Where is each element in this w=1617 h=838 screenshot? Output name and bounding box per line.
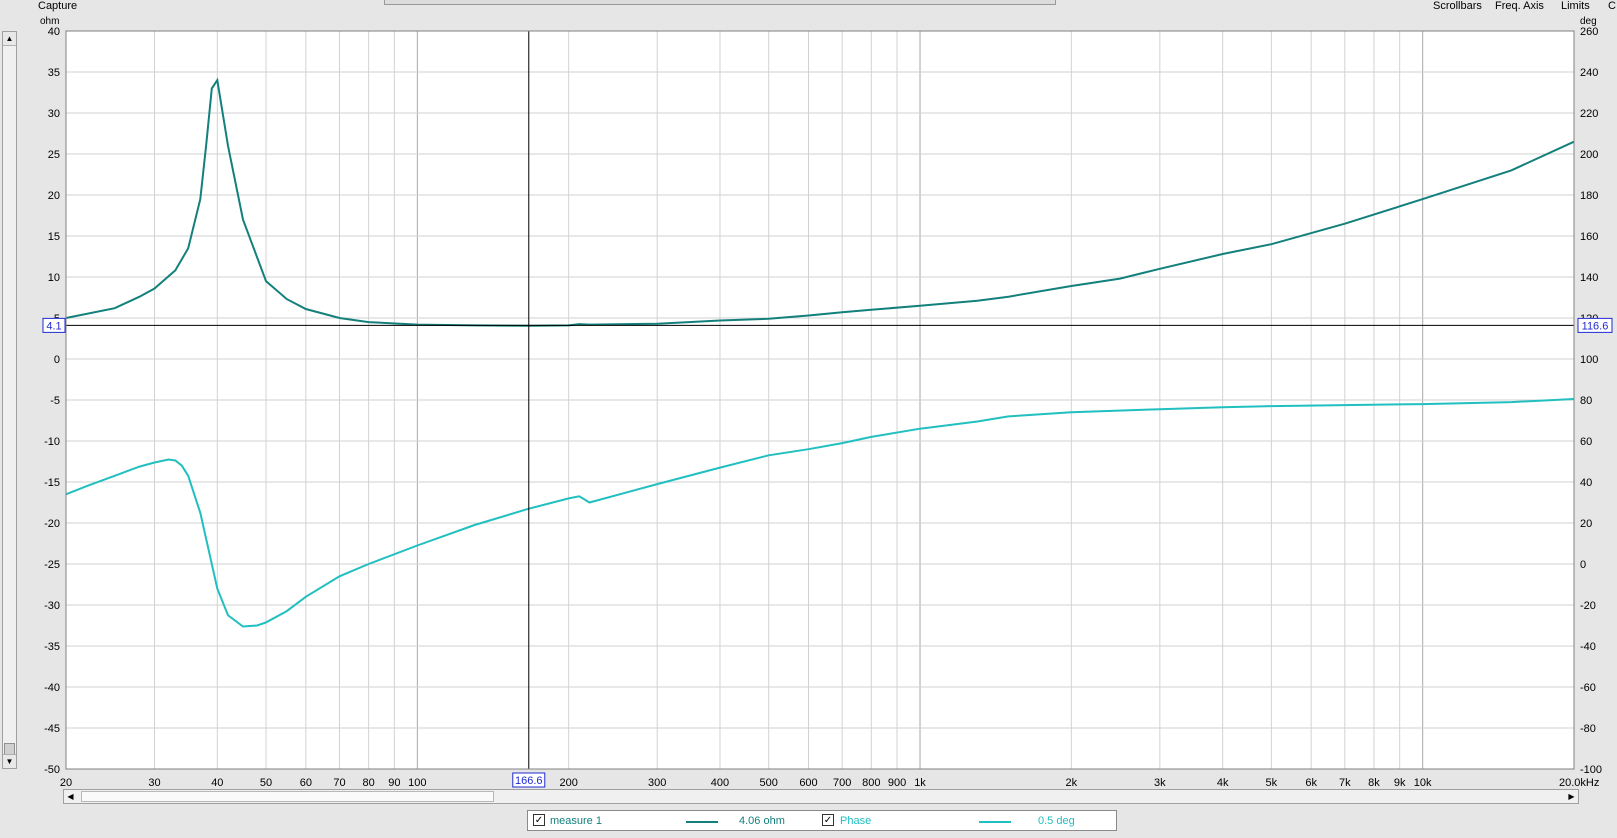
x-tick-label: 100 <box>408 777 426 789</box>
horizontal-scrollbar[interactable]: ◀ ▶ <box>63 789 1579 804</box>
x-tick-label: 600 <box>799 777 817 789</box>
left-tick-label: -45 <box>44 723 60 735</box>
x-tick-label: 8k <box>1368 777 1380 789</box>
horizontal-scroll-thumb[interactable] <box>81 791 494 802</box>
x-tick-label: 80 <box>363 777 375 789</box>
left-tick-label: 20 <box>48 190 60 202</box>
x-tick-label: 2k <box>1066 777 1078 789</box>
x-tick-label: 500 <box>760 777 778 789</box>
x-tick-label: 40 <box>211 777 223 789</box>
x-tick-label: 400 <box>711 777 729 789</box>
right-tick-label: 40 <box>1580 477 1592 489</box>
legend-phase-swatch <box>979 821 1011 823</box>
right-tick-label: 240 <box>1580 67 1598 79</box>
legend-measure-swatch <box>686 821 718 823</box>
svg-text:116.6: 116.6 <box>1582 320 1609 332</box>
left-tick-label: 40 <box>48 26 60 38</box>
x-tick-label: 800 <box>862 777 880 789</box>
x-tick-label: 90 <box>388 777 400 789</box>
x-tick-label: 50 <box>260 777 272 789</box>
left-tick-label: -15 <box>44 477 60 489</box>
x-tick-label: 1k <box>914 777 926 789</box>
right-tick-label: -60 <box>1580 682 1596 694</box>
measure-1-checkbox[interactable]: ✓ <box>533 814 545 826</box>
x-tick-label: 4k <box>1217 777 1229 789</box>
left-tick-label: 35 <box>48 67 60 79</box>
right-tick-label: 100 <box>1580 354 1598 366</box>
x-axis-ticks: 20 30 40 50 60 70 80 90 100 200 300 400 500 600 700 800… <box>60 777 1599 789</box>
left-tick-label: 15 <box>48 231 60 243</box>
right-tick-label: 140 <box>1580 272 1598 284</box>
legend-phase-value: 0.5 deg <box>1038 815 1075 827</box>
svg-text:166.6: 166.6 <box>515 775 543 787</box>
x-tick-label: 60 <box>300 777 312 789</box>
left-tick-label: -10 <box>44 436 60 448</box>
left-tick-label: -25 <box>44 559 60 571</box>
right-tick-label: -80 <box>1580 723 1596 735</box>
x-tick-label: 700 <box>833 777 851 789</box>
right-tick-label: 20 <box>1580 518 1592 530</box>
x-tick-label: 20.0kHz <box>1559 777 1599 789</box>
left-tick-label: 25 <box>48 149 60 161</box>
left-tick-label: 10 <box>48 272 60 284</box>
left-tick-label: -35 <box>44 641 60 653</box>
x-tick-label: 30 <box>148 777 160 789</box>
cursor-left-value-label: 4.1 <box>42 317 66 333</box>
left-tick-label: -40 <box>44 682 60 694</box>
x-tick-label: 5k <box>1266 777 1278 789</box>
left-axis-ticks: 4035302520151050-5-10-15-20-25-30-35-40-… <box>44 26 60 776</box>
right-tick-label: -40 <box>1580 641 1596 653</box>
x-tick-label: 20 <box>60 777 72 789</box>
right-tick-label: 200 <box>1580 149 1598 161</box>
x-tick-label: 300 <box>648 777 666 789</box>
left-tick-label: -50 <box>44 764 60 776</box>
right-tick-label: 180 <box>1580 190 1598 202</box>
x-tick-label: 6k <box>1305 777 1317 789</box>
left-tick-label: -5 <box>50 395 60 407</box>
x-tick-label: 900 <box>888 777 906 789</box>
left-tick-label: 0 <box>54 354 60 366</box>
right-tick-label: -20 <box>1580 600 1596 612</box>
svg-text:4.1: 4.1 <box>46 320 61 332</box>
x-tick-label: 3k <box>1154 777 1166 789</box>
x-tick-label: 70 <box>333 777 345 789</box>
x-tick-label: 9k <box>1394 777 1406 789</box>
legend-measure-value: 4.06 ohm <box>739 815 785 827</box>
scroll-left-arrow-icon[interactable]: ◀ <box>64 790 77 803</box>
legend-phase-name: Phase <box>840 815 872 827</box>
left-tick-label: 30 <box>48 108 60 120</box>
left-tick-label: -20 <box>44 518 60 530</box>
cursor-right-value-label: 116.6 <box>1577 317 1613 333</box>
right-tick-label: 220 <box>1580 108 1598 120</box>
impedance-phase-chart[interactable]: 40 35 30 25 20 15 10 50 -5 -10 -15 -20 -25 -30 -35 -40 -… <box>0 0 1617 790</box>
right-tick-label: 260 <box>1580 26 1598 38</box>
cursor-freq-label: 166.6 <box>512 772 546 788</box>
left-tick-label: -30 <box>44 600 60 612</box>
x-tick-label: 10k <box>1414 777 1432 789</box>
scroll-right-arrow-icon[interactable]: ▶ <box>1565 790 1578 803</box>
right-tick-label: 0 <box>1580 559 1586 571</box>
x-tick-label: 7k <box>1339 777 1351 789</box>
legend: ✓ measure 1 4.06 ohm ✓ Phase 0.5 deg <box>527 810 1117 831</box>
phase-checkbox[interactable]: ✓ <box>822 814 834 826</box>
x-tick-label: 200 <box>559 777 577 789</box>
right-tick-label: 60 <box>1580 436 1592 448</box>
right-tick-label: 160 <box>1580 231 1598 243</box>
right-axis-ticks: 260240220200180160140120100806040200-20-… <box>1580 26 1602 776</box>
legend-measure-name: measure 1 <box>550 815 602 827</box>
right-tick-label: -100 <box>1580 764 1602 776</box>
right-tick-label: 80 <box>1580 395 1592 407</box>
